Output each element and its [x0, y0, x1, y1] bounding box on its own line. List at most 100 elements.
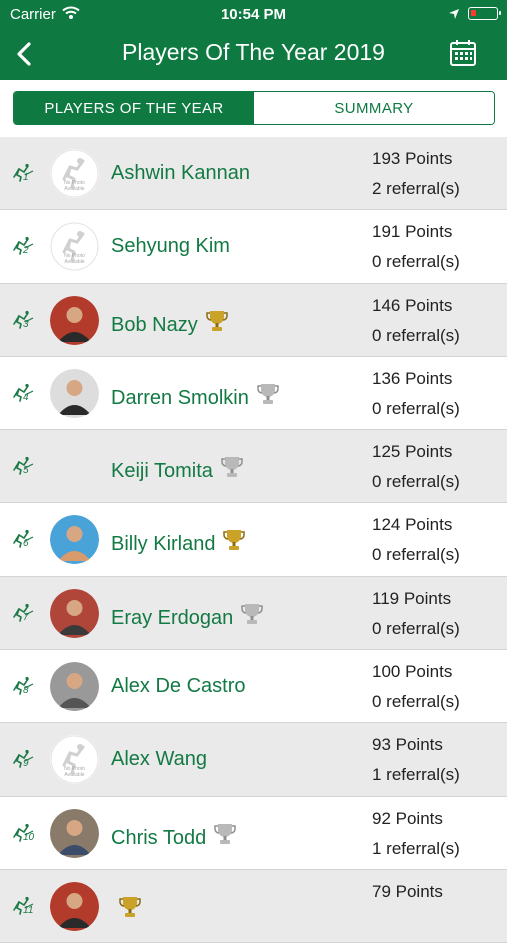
points-label: 119 Points — [372, 588, 452, 608]
status-bar: Carrier 10:54 PM — [0, 0, 507, 28]
rank-badge: 4 — [11, 383, 41, 405]
avatar — [50, 881, 99, 931]
silver-trophy-icon — [241, 602, 264, 632]
nav-bar: Players Of The Year 2019 — [0, 28, 507, 80]
player-row[interactable]: 8 Alex De Castro 100 Points 0 referral(s) — [0, 650, 507, 724]
rank-badge: 6 — [11, 529, 41, 551]
avatar — [50, 295, 99, 345]
player-name: Bob Nazy — [111, 309, 228, 339]
rank-number: 6 — [23, 538, 29, 550]
avatar: No Photo Available — [50, 222, 99, 272]
battery-icon — [468, 7, 501, 20]
rank-number: 10 — [23, 831, 35, 843]
svg-text:Available: Available — [64, 772, 84, 778]
rank-badge: 5 — [11, 456, 41, 478]
points-label: 93 Points — [372, 735, 443, 755]
player-name-text: Alex De Castro — [111, 675, 246, 698]
gold-trophy-icon — [205, 309, 228, 339]
player-row[interactable]: 10 Chris Todd 92 Points 1 referral(s) — [0, 796, 507, 870]
avatar — [50, 808, 99, 858]
svg-text:Available: Available — [64, 186, 84, 192]
referrals-label: 0 referral(s) — [372, 472, 460, 492]
avatar — [50, 515, 99, 565]
avatar — [50, 368, 99, 418]
player-row[interactable]: 6 Billy Kirland 124 Points 0 referral(s) — [0, 503, 507, 577]
points-label: 193 Points — [372, 149, 453, 168]
svg-text:Available: Available — [64, 259, 84, 265]
player-name-text: Bob Nazy — [111, 313, 198, 336]
player-row[interactable]: 5 Keiji Tomita 125 Points 0 referral(s) — [0, 430, 507, 504]
points-label: 92 Points — [372, 808, 443, 828]
tab-players-of-the-year[interactable]: PLAYERS OF THE YEAR — [14, 92, 254, 124]
points-label: 125 Points — [372, 442, 453, 462]
rank-badge: 11 — [11, 896, 41, 918]
tab-summary[interactable]: SUMMARY — [254, 92, 494, 124]
player-row[interactable]: 4 Darren Smolkin 136 Points 0 referral(s) — [0, 356, 507, 431]
referrals-label: 0 referral(s) — [372, 325, 460, 345]
points-label: 100 Points — [372, 662, 453, 682]
rank-number: 8 — [23, 685, 29, 697]
player-name-text: Darren Smolkin — [111, 386, 249, 409]
player-name: Sehyung Kim — [111, 235, 230, 258]
rank-number: 9 — [23, 758, 29, 770]
avatar: No Photo Available — [50, 149, 99, 198]
player-name: Alex Wang — [111, 748, 207, 771]
silver-trophy-icon — [257, 382, 279, 412]
rank-badge: 2 — [11, 236, 41, 258]
players-list: 1 No Photo Available Ashwin Kannan 193 Point… — [0, 137, 507, 943]
player-name-text: Alex Wang — [111, 748, 207, 771]
points-label: 124 Points — [372, 515, 453, 535]
referrals-label: 0 referral(s) — [372, 545, 460, 565]
player-name: Chris Todd — [111, 822, 236, 852]
player-row[interactable]: 11 79 Points — [0, 869, 507, 943]
referrals-label: 1 referral(s) — [372, 838, 460, 858]
clock: 10:54 PM — [220, 6, 287, 23]
player-name-text: Keiji Tomita — [111, 460, 213, 483]
referrals-label: 0 referral(s) — [372, 692, 460, 712]
player-name — [111, 895, 141, 925]
rank-badge: 10 — [11, 823, 41, 845]
referrals-label: 0 referral(s) — [372, 252, 460, 272]
player-row[interactable]: 9 No Photo Available Alex Wang 93 Points 1 re… — [0, 723, 507, 797]
player-name-text: Billy Kirland — [111, 533, 216, 556]
player-name: Keiji Tomita — [111, 455, 243, 485]
player-row[interactable]: 7 Eray Erdogan 119 Points 0 referral(s) — [0, 576, 507, 651]
calendar-button[interactable] — [448, 38, 478, 68]
player-name: Eray Erdogan — [111, 602, 264, 632]
referrals-label: 2 referral(s) — [372, 179, 460, 198]
player-name: Alex De Castro — [111, 675, 246, 698]
avatar: No Photo Available — [50, 735, 99, 785]
player-name: Billy Kirland — [111, 528, 246, 558]
referrals-label: 0 referral(s) — [372, 398, 460, 418]
points-label: 146 Points — [372, 295, 453, 315]
page-title: Players Of The Year 2019 — [122, 39, 385, 65]
points-label: 191 Points — [372, 222, 453, 242]
player-name-text: Sehyung Kim — [111, 235, 230, 258]
player-name: Ashwin Kannan — [111, 162, 250, 185]
points-label: 136 Points — [372, 368, 453, 388]
referrals-label: 0 referral(s) — [372, 618, 460, 638]
rank-number: 5 — [23, 465, 29, 477]
rank-badge: 9 — [11, 749, 41, 771]
silver-trophy-icon — [214, 822, 236, 852]
rank-number: 3 — [23, 318, 29, 330]
player-row[interactable]: 1 No Photo Available Ashwin Kannan 193 Point… — [0, 137, 507, 211]
rank-badge: 7 — [11, 603, 41, 625]
rank-number: 1 — [23, 172, 29, 183]
player-name-text: Eray Erdogan — [111, 606, 234, 629]
segmented-control: PLAYERS OF THE YEAR SUMMARY — [13, 91, 495, 125]
player-name-text: Ashwin Kannan — [111, 162, 250, 184]
rank-number: 4 — [23, 391, 29, 403]
avatar — [50, 588, 99, 638]
gold-trophy-icon — [223, 528, 246, 558]
referrals-label: 1 referral(s) — [372, 765, 460, 785]
player-row[interactable]: 2 No Photo Available Sehyung Kim 191 Points 0… — [0, 210, 507, 284]
player-name: Darren Smolkin — [111, 382, 279, 412]
player-name-text: Chris Todd — [111, 826, 207, 849]
rank-number: 11 — [23, 904, 34, 916]
rank-badge: 1 — [11, 163, 41, 185]
rank-number: 7 — [23, 611, 29, 623]
rank-badge: 3 — [11, 310, 41, 332]
player-row[interactable]: 3 Bob Nazy 146 Points 0 referral(s) — [0, 283, 507, 357]
points-label: 79 Points — [372, 881, 443, 901]
